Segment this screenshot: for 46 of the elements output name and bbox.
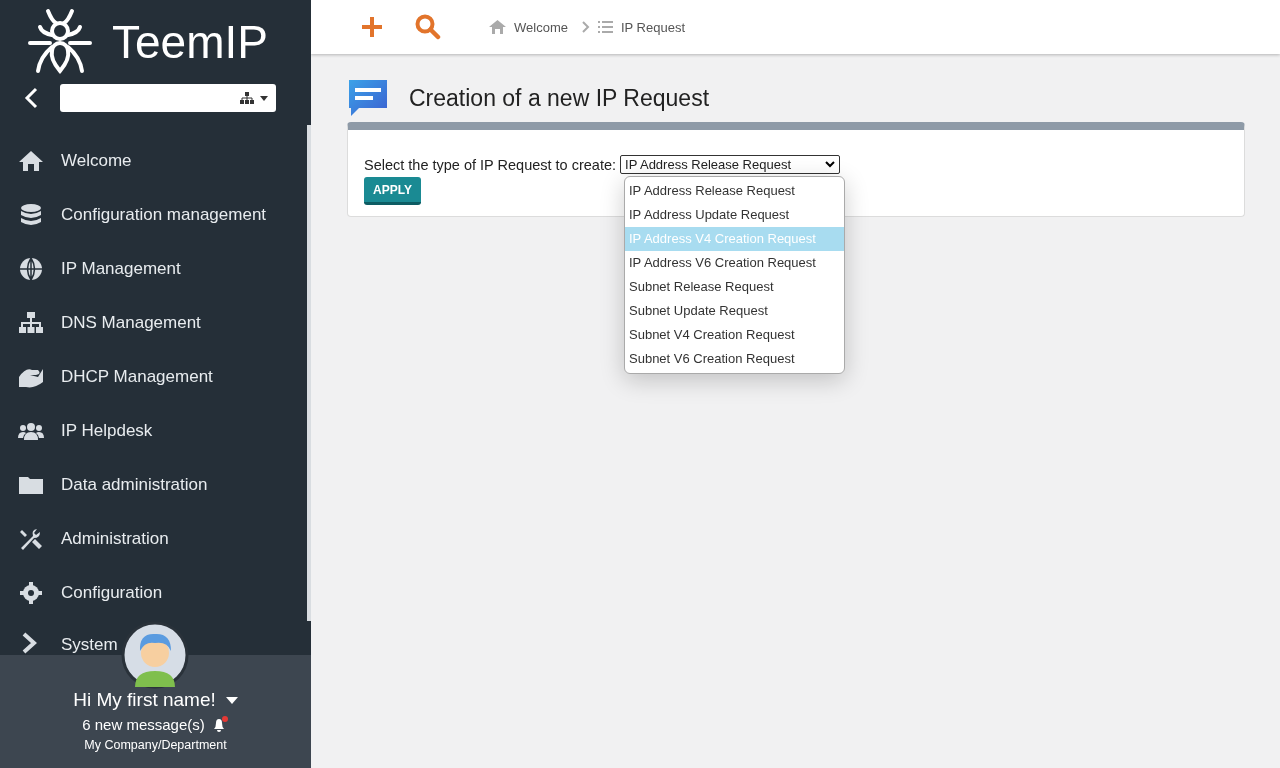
dropdown-option[interactable]: IP Address Release Request bbox=[625, 179, 844, 203]
breadcrumb-link[interactable]: Welcome bbox=[514, 19, 568, 35]
menu-item[interactable]: System bbox=[0, 620, 311, 655]
hierarchy-icon bbox=[18, 311, 44, 335]
dropdown-option[interactable]: Subnet V4 Creation Request bbox=[625, 323, 844, 347]
dropdown-option[interactable]: Subnet V6 Creation Request bbox=[625, 347, 844, 371]
menu-item[interactable]: IP Management bbox=[0, 242, 311, 296]
avatar[interactable] bbox=[121, 621, 189, 689]
organization-name: My Company/Department bbox=[84, 738, 227, 752]
hierarchy-icon bbox=[240, 92, 254, 104]
collapse-icon[interactable] bbox=[24, 87, 38, 109]
page-title: Creation of a new IP Request bbox=[409, 84, 710, 112]
search-icon[interactable] bbox=[415, 14, 441, 40]
menu-item[interactable]: Configuration management bbox=[0, 188, 311, 242]
dropdown-option[interactable]: Subnet Release Request bbox=[625, 275, 844, 299]
messages-count[interactable]: 6 new message(s) bbox=[82, 716, 205, 733]
menu-item[interactable]: IP Helpdesk bbox=[0, 404, 311, 458]
caret-icon[interactable] bbox=[225, 696, 238, 704]
user-greeting[interactable]: Hi My first name! bbox=[73, 689, 216, 711]
dropdown-option[interactable]: Subnet Update Request bbox=[625, 299, 844, 323]
gear-icon bbox=[18, 581, 44, 605]
home-icon bbox=[489, 20, 506, 34]
brand-name: TeemIP bbox=[112, 15, 268, 69]
request-type-select[interactable]: IP Address Release Request bbox=[620, 155, 841, 174]
dropdown-option[interactable]: IP Address Update Request bbox=[625, 203, 844, 227]
chevron-icon bbox=[825, 161, 836, 168]
dropdown-option[interactable]: IP Address V6 Creation Request bbox=[625, 251, 844, 275]
scrollbar[interactable] bbox=[307, 125, 311, 621]
globe-icon bbox=[18, 257, 44, 281]
breadcrumb-link[interactable]: IP Request bbox=[620, 19, 686, 35]
chevron-icon bbox=[581, 21, 590, 33]
list-icon bbox=[597, 21, 613, 33]
menu-item[interactable]: DHCP Management bbox=[0, 350, 311, 404]
caret-icon bbox=[260, 95, 268, 101]
menu-item[interactable]: DNS Management bbox=[0, 296, 311, 350]
message-icon bbox=[347, 78, 389, 118]
menu-item[interactable]: Welcome bbox=[0, 134, 311, 188]
field-label: Select the type of IP Request to create: bbox=[364, 156, 617, 173]
menu-item[interactable]: Administration bbox=[0, 512, 311, 566]
tools-icon bbox=[18, 527, 44, 551]
apply-button[interactable]: APPLY bbox=[364, 177, 421, 205]
plus-icon[interactable] bbox=[361, 16, 383, 38]
menu-item[interactable]: Data administration bbox=[0, 458, 311, 512]
menu-item[interactable]: Configuration bbox=[0, 566, 311, 620]
database-icon bbox=[18, 203, 44, 227]
home-icon bbox=[18, 149, 44, 173]
